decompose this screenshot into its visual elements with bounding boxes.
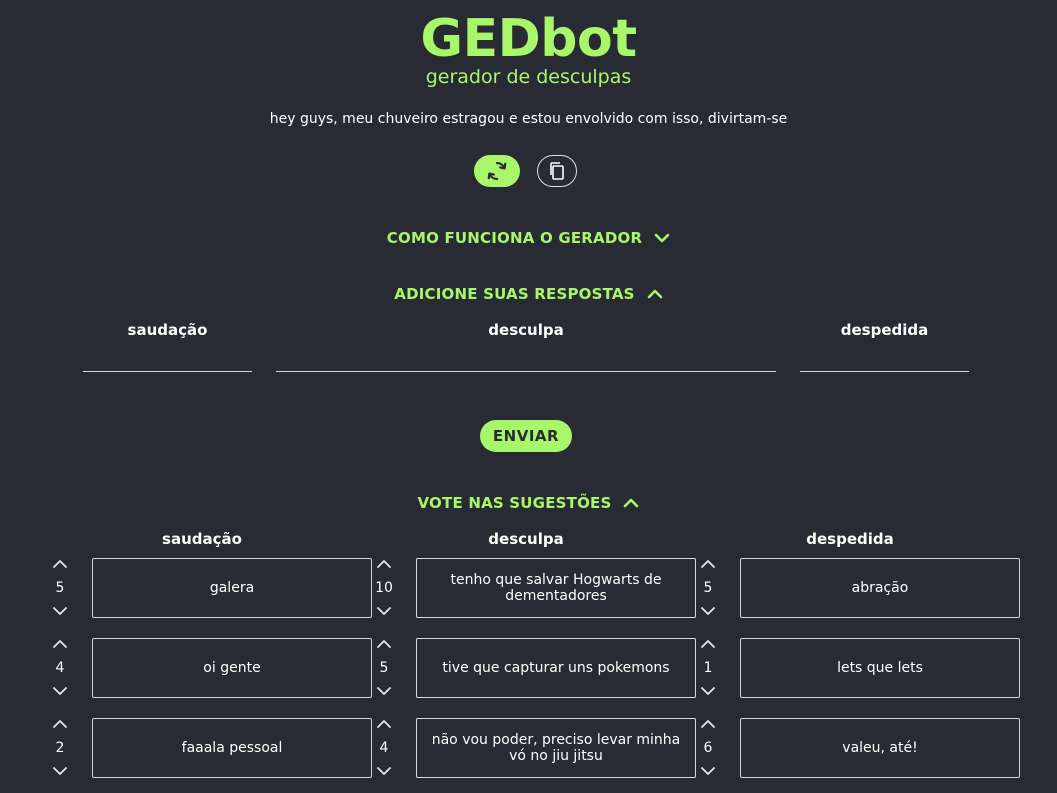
upvote-button[interactable] (52, 718, 68, 730)
suggestion-box[interactable]: oi gente (92, 638, 372, 698)
vote-count: 5 (703, 580, 713, 596)
upvote-button[interactable] (700, 718, 716, 730)
upvote-button[interactable] (376, 718, 392, 730)
chevron-down-icon (701, 767, 715, 775)
excuse-input-label: desculpa (488, 321, 564, 339)
vote-count: 1 (703, 660, 713, 676)
vote-count: 6 (703, 740, 713, 756)
page: GEDbot gerador de desculpas hey guys, me… (0, 0, 1057, 793)
suggestion-box[interactable]: faaala pessoal (92, 718, 372, 778)
vote-control: 10 (372, 558, 396, 618)
downvote-button[interactable] (376, 685, 392, 697)
chevron-down-icon (377, 607, 391, 615)
upvote-button[interactable] (700, 638, 716, 650)
chevron-down-icon (701, 607, 715, 615)
app-title: GEDbot (420, 9, 637, 69)
suggestion-box[interactable]: lets que lets (740, 638, 1020, 698)
suggestion-box[interactable]: abração (740, 558, 1020, 618)
vote-section-label: VOTE NAS SUGESTÕES (417, 494, 612, 512)
farewell-input[interactable] (800, 340, 969, 372)
downvote-button[interactable] (700, 685, 716, 697)
greeting-input[interactable] (83, 340, 252, 372)
vote-excuse-label: desculpa (488, 530, 564, 548)
vote-control: 5 (48, 558, 72, 618)
upvote-button[interactable] (700, 558, 716, 570)
app-subtitle: gerador de desculpas (425, 66, 632, 88)
upvote-button[interactable] (376, 558, 392, 570)
chevron-up-icon (701, 720, 715, 728)
upvote-button[interactable] (52, 558, 68, 570)
refresh-icon (487, 161, 507, 181)
vote-control: 5 (696, 558, 720, 618)
vote-count: 10 (375, 580, 393, 596)
chevron-up-icon (53, 720, 67, 728)
send-button[interactable]: ENVIAR (480, 420, 572, 452)
farewell-input-label: despedida (840, 321, 929, 339)
vote-farewell-label: despedida (806, 530, 894, 548)
vote-control: 6 (696, 718, 720, 778)
chevron-down-icon (654, 233, 670, 243)
chevron-down-icon (701, 687, 715, 695)
vote-control: 2 (48, 718, 72, 778)
vote-count: 4 (379, 740, 389, 756)
vote-count: 5 (55, 580, 65, 596)
suggestion-box[interactable]: tenho que salvar Hogwarts de dementadore… (416, 558, 696, 618)
chevron-up-icon (53, 560, 67, 568)
vote-count: 2 (55, 740, 65, 756)
chevron-up-icon (377, 560, 391, 568)
downvote-button[interactable] (700, 765, 716, 777)
vote-toggle[interactable]: VOTE NAS SUGESTÕES (0, 494, 1057, 512)
vote-control: 1 (696, 638, 720, 698)
chevron-up-icon (647, 289, 662, 299)
suggestion-box[interactable]: galera (92, 558, 372, 618)
chevron-down-icon (53, 607, 67, 615)
add-answers-toggle[interactable]: ADICIONE SUAS RESPOSTAS (0, 285, 1057, 303)
generated-excuse: hey guys, meu chuveiro estragou e estou … (269, 111, 788, 127)
how-it-works-toggle[interactable]: COMO FUNCIONA O GERADOR (0, 229, 1057, 247)
refresh-button[interactable] (474, 155, 520, 187)
downvote-button[interactable] (52, 605, 68, 617)
copy-icon (550, 162, 564, 180)
chevron-down-icon (377, 687, 391, 695)
chevron-up-icon (701, 640, 715, 648)
upvote-button[interactable] (52, 638, 68, 650)
how-it-works-label: COMO FUNCIONA O GERADOR (386, 229, 643, 247)
excuse-input[interactable] (276, 340, 776, 372)
chevron-up-icon (377, 720, 391, 728)
chevron-up-icon (701, 560, 715, 568)
downvote-button[interactable] (376, 765, 392, 777)
greeting-input-label: saudação (127, 321, 208, 339)
chevron-up-icon (377, 640, 391, 648)
downvote-button[interactable] (52, 685, 68, 697)
add-answers-label: ADICIONE SUAS RESPOSTAS (394, 285, 635, 303)
upvote-button[interactable] (376, 638, 392, 650)
vote-control: 5 (372, 638, 396, 698)
chevron-down-icon (53, 767, 67, 775)
copy-button[interactable] (537, 155, 577, 187)
chevron-up-icon (53, 640, 67, 648)
vote-control: 4 (48, 638, 72, 698)
chevron-up-icon (624, 498, 639, 508)
suggestion-box[interactable]: tive que capturar uns pokemons (416, 638, 696, 698)
vote-control: 4 (372, 718, 396, 778)
vote-count: 4 (55, 660, 65, 676)
chevron-down-icon (377, 767, 391, 775)
downvote-button[interactable] (376, 605, 392, 617)
vote-greeting-label: saudação (162, 530, 242, 548)
downvote-button[interactable] (52, 765, 68, 777)
vote-count: 5 (379, 660, 389, 676)
chevron-down-icon (53, 687, 67, 695)
suggestion-box[interactable]: não vou poder, preciso levar minha vó no… (416, 718, 696, 778)
downvote-button[interactable] (700, 605, 716, 617)
suggestion-box[interactable]: valeu, até! (740, 718, 1020, 778)
